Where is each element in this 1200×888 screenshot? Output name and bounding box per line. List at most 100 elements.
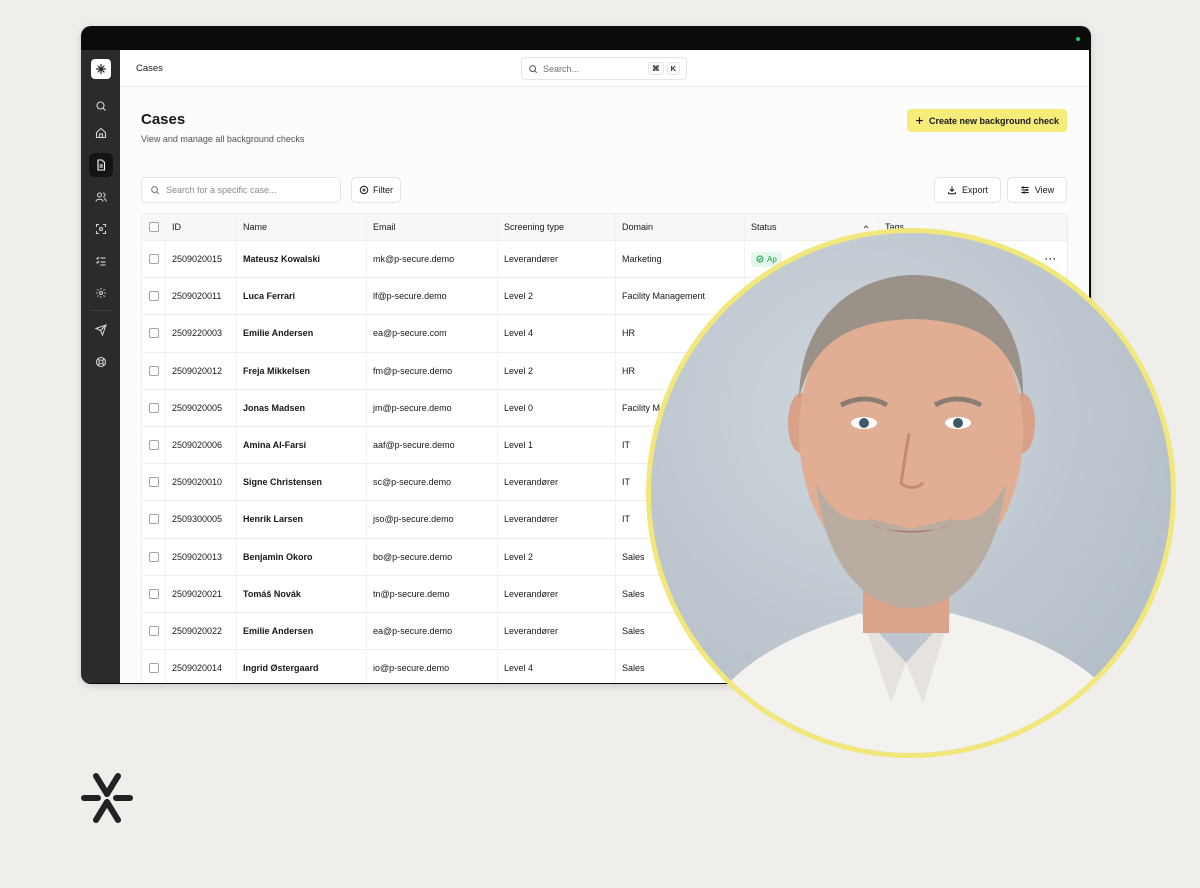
cell-name[interactable]: Emilie Andersen [237,315,367,352]
users-icon[interactable] [89,185,113,209]
cell-id: 2509020015 [166,241,237,278]
row-select-cell [142,501,166,538]
cell-name[interactable]: Tomáš Novák [237,575,367,612]
cell-name[interactable]: Signe Christensen [237,464,367,501]
row-select-cell [142,315,166,352]
document-icon[interactable] [89,153,113,177]
cell-name[interactable]: Jonas Madsen [237,389,367,426]
row-select-cell [142,612,166,650]
sort-chevron-icon[interactable] [862,223,870,231]
row-checkbox[interactable] [149,625,159,636]
cell-screening-type: Level 2 [498,352,616,389]
cell-name[interactable]: Emilie Andersen [237,612,367,650]
filter-label: Filter [373,185,393,195]
create-button-label: Create new background check [928,115,1059,126]
add-filter-icon [359,185,369,195]
cell-id: 2509020013 [166,538,237,575]
gear-icon[interactable] [89,281,113,305]
cell-name[interactable]: Benjamin Okoro [237,538,367,575]
cell-name[interactable]: Mateusz Kowalski [237,241,367,278]
row-select-cell [142,464,166,501]
row-checkbox[interactable] [149,291,159,302]
view-button[interactable]: View [1007,177,1067,203]
search-icon[interactable] [89,94,113,118]
send-icon[interactable] [89,318,113,342]
shortcut-letter-key: K [666,62,680,75]
column-header-email[interactable]: Email [367,214,498,240]
cell-name[interactable]: Amina Al-Farsi [237,426,367,464]
row-checkbox[interactable] [149,254,159,265]
support-icon[interactable] [89,350,113,374]
cell-name[interactable]: Ingrid Østergaard [237,650,367,683]
export-button[interactable]: Export [934,177,1001,203]
row-checkbox[interactable] [149,588,159,599]
cell-id: 2509020021 [166,575,237,612]
column-header-name[interactable]: Name [237,214,367,240]
cell-email: fm@p-secure.demo [367,352,498,389]
shortcut-mod-key: ⌘ [648,62,664,75]
cell-email: ea@p-secure.demo [367,612,498,650]
row-checkbox[interactable] [149,328,159,339]
global-search-placeholder: Search... [543,63,580,74]
cell-name[interactable]: Luca Ferrari [237,278,367,315]
search-icon [151,186,160,195]
breadcrumb[interactable]: Cases [136,63,163,74]
row-checkbox[interactable] [149,402,159,413]
cell-name[interactable]: Freja Mikkelsen [237,352,367,389]
row-checkbox[interactable] [149,365,159,376]
select-all-checkbox[interactable] [149,222,159,232]
create-background-check-button[interactable]: Create new background check [906,109,1067,132]
row-select-cell [142,389,166,426]
cell-name[interactable]: Henrik Larsen [237,501,367,538]
filter-button[interactable]: Filter [351,177,401,203]
row-checkbox[interactable] [149,551,159,562]
cell-id: 2509020011 [166,278,237,315]
cell-screening-type: Level 4 [498,650,616,683]
case-search-placeholder: Search for a specific case... [166,185,277,195]
row-checkbox[interactable] [149,440,159,451]
cell-id: 2509020012 [166,352,237,389]
row-checkbox[interactable] [149,514,159,525]
row-select-cell [142,278,166,315]
select-all-cell [142,214,166,240]
sidebar [81,50,120,683]
cell-screening-type: Level 0 [498,389,616,426]
app-logo-icon[interactable] [91,59,111,79]
global-search-input[interactable]: Search... ⌘ K [521,57,687,80]
portrait-photo [646,228,1176,758]
download-icon [948,186,956,195]
cell-id: 2509220003 [166,315,237,352]
column-header-screening-type[interactable]: Screening type [498,214,616,240]
cell-id: 2509300005 [166,501,237,538]
row-checkbox[interactable] [149,663,159,674]
page-title: Cases [141,111,186,128]
cell-email: sc@p-secure.demo [367,464,498,501]
cell-email: jso@p-secure.demo [367,501,498,538]
cell-email: mk@p-secure.demo [367,241,498,278]
home-icon[interactable] [89,121,113,145]
row-checkbox[interactable] [149,477,159,488]
cell-screening-type: Level 2 [498,538,616,575]
cell-email: tn@p-secure.demo [367,575,498,612]
cell-email: bo@p-secure.demo [367,538,498,575]
row-select-cell [142,575,166,612]
column-header-id[interactable]: ID [166,214,237,240]
cell-screening-type: Level 1 [498,426,616,464]
scan-icon[interactable] [89,217,113,241]
cell-screening-type: Level 4 [498,315,616,352]
row-select-cell [142,426,166,464]
search-icon [529,64,538,73]
cell-email: lf@p-secure.demo [367,278,498,315]
checklist-icon[interactable] [89,249,113,273]
plus-icon [916,117,923,124]
cell-id: 2509020010 [166,464,237,501]
cell-screening-type: Leverandører [498,612,616,650]
cell-id: 2509020014 [166,650,237,683]
portrait-illustration [691,275,1141,753]
status-led [1076,37,1080,41]
cell-id: 2509020022 [166,612,237,650]
cell-id: 2509020006 [166,426,237,464]
cell-screening-type: Level 2 [498,278,616,315]
cell-email: jm@p-secure.demo [367,389,498,426]
case-search-input[interactable]: Search for a specific case... [141,177,341,203]
